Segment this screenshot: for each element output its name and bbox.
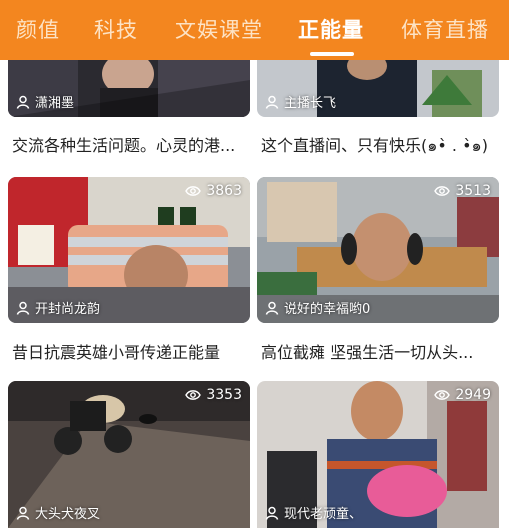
room-thumbnail: 3353 大头犬夜叉 [8,381,250,528]
anchor-name: 大头犬夜叉 [16,503,100,522]
anchor-name: 现代老顽童、 [265,503,362,522]
tab-wenyu-ketang[interactable]: 文娱课堂 [175,14,263,44]
active-tab-indicator [310,52,354,56]
person-icon [265,301,279,315]
room-title: 高位截瘫 坚强生活一切从头... [261,343,474,362]
eye-icon [434,186,451,196]
room-title: 交流各种生活问题。心灵的港... [12,136,236,155]
anchor-name: 开封尚龙韵 [16,298,100,317]
tab-yanzhi[interactable]: 颜值 [16,14,60,44]
anchor-name: 说好的幸福哟0 [265,298,370,317]
viewer-count: 3863 [185,183,242,199]
person-icon [265,95,279,109]
eye-icon [185,390,202,400]
room-thumbnail: 3863 开封尚龙韵 [8,177,250,323]
viewer-count: 3513 [434,183,491,199]
person-icon [16,301,30,315]
room-thumbnail: 3513 说好的幸福哟0 [257,177,499,323]
room-thumbnail: 潇湘墨 [8,60,250,117]
room-title: 这个直播间、只有快乐(๑•̀ . •̀๑) [261,136,488,155]
room-card[interactable]: 3513 说好的幸福哟0 高位截瘫 坚强生活一切从头... [257,177,499,363]
room-card[interactable]: 2949 现代老顽童、 [257,381,499,528]
room-card[interactable]: 3863 开封尚龙韵 昔日抗震英雄小哥传递正能量 [8,177,250,363]
category-tab-bar: 颜值 科技 文娱课堂 正能量 体育直播 [0,0,509,60]
person-icon [16,506,30,520]
tab-zhengnengliang[interactable]: 正能量 [298,14,364,44]
tab-tiyu-zhibo[interactable]: 体育直播 [401,14,489,44]
person-icon [265,506,279,520]
room-card[interactable]: 潇湘墨 交流各种生活问题。心灵的港... [8,60,250,160]
person-icon [16,95,30,109]
room-thumbnail: 2949 现代老顽童、 [257,381,499,528]
tab-keji[interactable]: 科技 [94,14,138,44]
room-card[interactable]: 3353 大头犬夜叉 [8,381,250,528]
room-card[interactable]: 主播长飞 这个直播间、只有快乐(๑•̀ . •̀๑) [257,60,499,160]
viewer-count: 2949 [434,387,491,403]
viewer-count: 3353 [185,387,242,403]
eye-icon [185,186,202,196]
anchor-name: 潇湘墨 [16,92,74,111]
room-thumbnail: 主播长飞 [257,60,499,117]
anchor-name: 主播长飞 [265,92,336,111]
room-title: 昔日抗震英雄小哥传递正能量 [12,343,221,362]
eye-icon [434,390,451,400]
